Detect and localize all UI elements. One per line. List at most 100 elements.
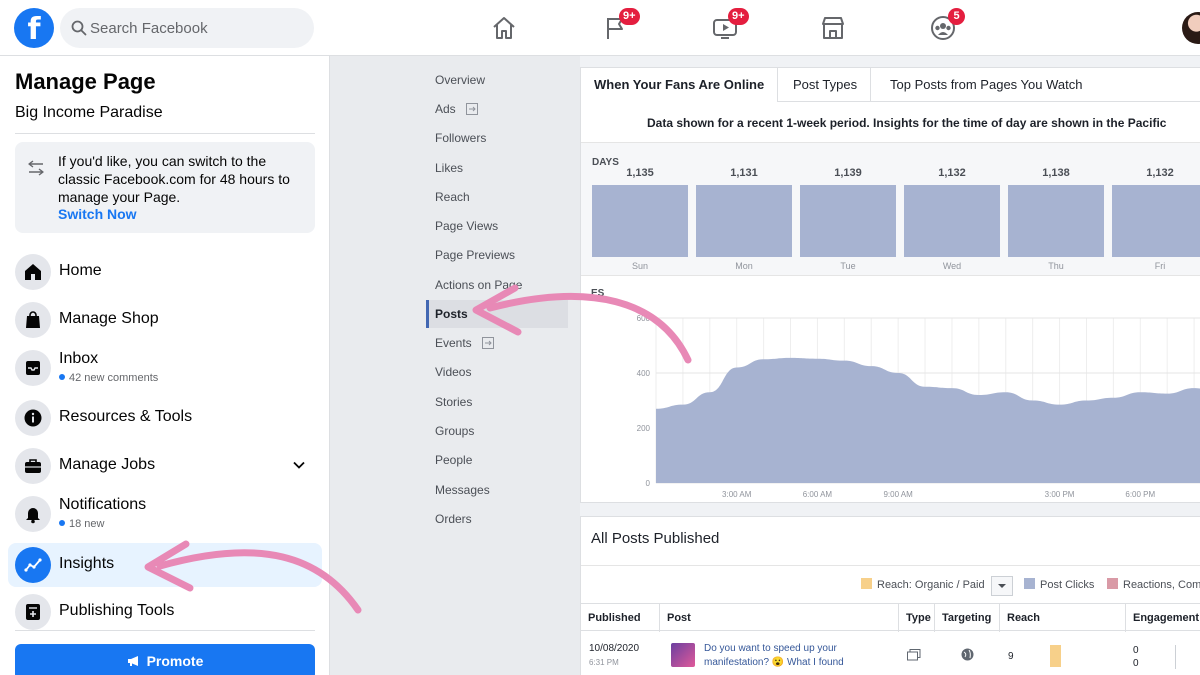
x-tick-label: 6:00 PM [1125,490,1155,499]
day-bar[interactable] [696,185,792,257]
globe-icon [961,648,974,661]
post-text-line1[interactable]: Do you want to speed up your [704,643,837,654]
tab-top-posts-pages-watch[interactable]: Top Posts from Pages You Watch [877,68,1095,102]
tab-when-fans-online[interactable]: When Your Fans Are Online [581,68,779,103]
profile-avatar[interactable] [1182,12,1200,44]
search-box[interactable] [60,8,314,48]
insights-nav-videos[interactable]: Videos [426,358,568,386]
sidebar-item-manage-shop[interactable]: Manage Shop [8,298,322,342]
megaphone-icon [127,656,138,666]
insights-nav-page-previews[interactable]: Page Previews [426,241,568,269]
column-engagement[interactable]: Engagement [1126,604,1200,632]
sidebar-item-insights[interactable]: Insights [8,543,322,587]
sidebar-item-notifications[interactable]: Notifications 18 new [8,492,322,536]
bar-value-label: 1,131 [730,167,758,179]
sidebar-item-label: Inbox [59,350,99,367]
home-nav-icon[interactable] [489,13,519,43]
post-thumbnail[interactable] [671,643,695,667]
day-bar[interactable] [1112,185,1200,257]
insights-nav-people[interactable]: People [426,446,568,474]
info-icon [24,409,42,427]
column-post[interactable]: Post [660,604,899,632]
day-tick-label: Thu [1048,261,1064,271]
column-targeting[interactable]: Targeting [935,604,1000,632]
day-tick-label: Mon [735,261,753,271]
insights-nav-groups[interactable]: Groups [426,417,568,445]
reach-dropdown[interactable] [991,576,1013,596]
sidebar-item-home[interactable]: Home [8,250,322,294]
facebook-logo[interactable]: f [14,8,54,48]
insights-nav-messages[interactable]: Messages [426,476,568,504]
insights-nav-label: Events [435,336,472,350]
day-tick-label: Sun [631,261,648,271]
column-reach[interactable]: Reach [1000,604,1126,632]
day-bar[interactable] [800,185,896,257]
switch-now-link[interactable]: Switch Now [58,206,137,222]
posts-section-title: All Posts Published [591,530,720,547]
insights-nav-events[interactable]: Events [426,329,568,357]
x-tick-label: 6:00 AM [803,490,833,499]
day-bar[interactable] [1008,185,1104,257]
column-type[interactable]: Type [899,604,935,632]
insights-nav-overview[interactable]: Overview [426,66,568,94]
reach-value: 9 [1008,651,1014,662]
area-series[interactable] [656,357,1200,483]
facebook-manage-page-insights: f 9+ 9+ 5 Manage Page Big Income Paradis… [0,0,1200,675]
sidebar-item-label: Publishing Tools [59,602,175,619]
pages-nav-button[interactable]: 9+ [601,8,640,43]
insights-nav-page-views[interactable]: Page Views [426,212,568,240]
legend-post-clicks: Post Clicks [1024,578,1094,591]
insights-nav-orders[interactable]: Orders [426,505,568,533]
watch-nav-button[interactable]: 9+ [710,8,749,43]
classic-switch-notice: If you'd like, you can switch to the cla… [15,142,315,233]
top-navigation-bar: f 9+ 9+ 5 [0,0,1200,56]
day-tick-label: Fri [1154,261,1166,271]
x-tick-label: 3:00 PM [1045,490,1075,499]
insights-nav-reach[interactable]: Reach [426,183,568,211]
legend-swatch [1024,578,1035,589]
page-name[interactable]: Big Income Paradise [15,104,163,122]
fans-online-panel: When Your Fans Are Online Post Types Top… [580,67,1200,503]
insights-nav-posts[interactable]: Posts [426,300,568,328]
reach-bar [1050,645,1061,667]
sidebar-item-inbox[interactable]: Inbox 42 new comments [8,346,322,390]
search-input[interactable] [90,17,300,39]
promote-button[interactable]: Promote [15,644,315,675]
legend-swatch [1107,578,1118,589]
notifications-count-text: 18 new [69,518,105,530]
bar-value-label: 1,132 [938,167,966,179]
sidebar-item-publishing-tools[interactable]: Publishing Tools [8,590,322,634]
post-text-line2[interactable]: manifestation? 😮 What I found [704,657,844,668]
inbox-icon [26,361,40,375]
groups-nav-button[interactable]: 5 [928,8,965,43]
day-bar[interactable] [904,185,1000,257]
chevron-down-icon[interactable] [292,458,306,472]
switch-arrows-icon [28,160,44,176]
notifications-count: 18 new [59,518,104,530]
sidebar-item-label: Manage Shop [59,310,159,327]
day-bar[interactable] [592,185,688,257]
sidebar-item-resources-tools[interactable]: Resources & Tools [8,396,322,440]
inbox-count-text: 42 new comments [69,372,159,384]
sidebar-item-label: Insights [59,555,115,572]
bar-value-label: 1,139 [834,167,862,179]
insights-nav-ads[interactable]: Ads [426,95,568,123]
bell-icon [26,508,40,524]
data-period-note: Data shown for a recent 1-week period. I… [647,116,1167,130]
y-tick-label: 400 [637,369,651,378]
external-link-icon [481,337,494,349]
groups-badge: 5 [948,8,965,25]
post-date: 10/08/2020 [589,643,640,654]
shopping-bag-icon [26,311,40,328]
insights-nav-stories[interactable]: Stories [426,388,568,416]
marketplace-icon[interactable] [818,13,848,43]
manage-page-sidebar: Manage Page Big Income Paradise If you'd… [0,56,330,675]
times-area-chart: 0 200 400 600 3:00 AM 6:00 AM 9:00 AM 3:00 PM 6:… [637,314,1200,499]
insights-nav-actions-on-page[interactable]: Actions on Page [426,271,568,299]
sidebar-item-label: Home [59,262,102,279]
column-published[interactable]: Published [581,604,660,632]
tab-post-types[interactable]: Post Types [780,68,872,102]
sidebar-item-manage-jobs[interactable]: Manage Jobs [8,444,322,488]
insights-nav-likes[interactable]: Likes [426,154,568,182]
insights-nav-followers[interactable]: Followers [426,124,568,152]
